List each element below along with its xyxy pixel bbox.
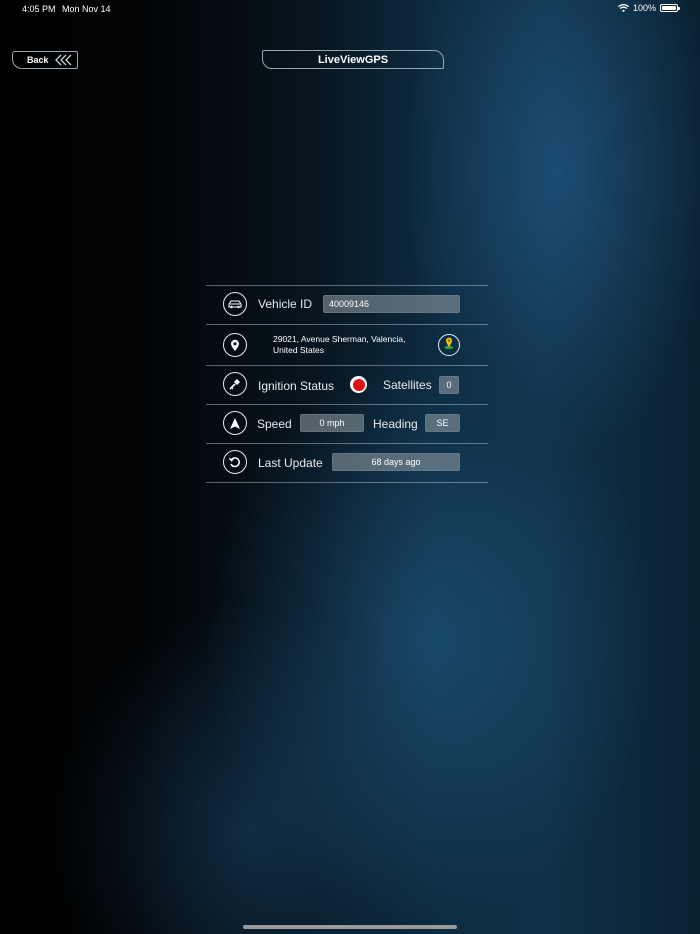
ignition-status-indicator	[350, 376, 367, 393]
refresh-icon	[223, 450, 247, 474]
location-pin-icon	[223, 333, 247, 357]
last-update-value: 68 days ago	[332, 453, 460, 471]
vehicle-address: 29021, Avenue Sherman, Valencia, United …	[273, 334, 433, 356]
status-time: 4:05 PM	[22, 4, 56, 14]
home-indicator[interactable]	[243, 925, 457, 929]
ignition-red-dot	[352, 378, 365, 391]
location-row: 29021, Avenue Sherman, Valencia, United …	[206, 324, 488, 365]
vehicle-info-panel: Vehicle ID 40009146 29021, Avenue Sherma…	[206, 285, 488, 483]
battery-icon	[660, 4, 680, 12]
back-button[interactable]: Back	[12, 51, 78, 69]
last-update-label: Last Update	[258, 456, 323, 470]
last-update-row: Last Update 68 days ago	[206, 443, 488, 483]
address-line-2: United States	[273, 345, 325, 355]
vehicle-id-label: Vehicle ID	[258, 297, 313, 311]
battery-percent: 100%	[632, 3, 656, 13]
speed-row: Speed 0 mph Heading SE	[206, 404, 488, 443]
status-date: Mon Nov 14	[62, 4, 111, 14]
wifi-icon	[618, 4, 629, 12]
status-indicators: 100%	[618, 3, 680, 13]
chevrons-left-icon	[55, 54, 73, 66]
ignition-row: Ignition Status Satellites 0	[206, 365, 488, 404]
key-icon	[223, 372, 247, 396]
heading-value: SE	[425, 414, 460, 432]
speed-label: Speed	[257, 417, 292, 431]
vehicle-id-value: 40009146	[323, 295, 460, 313]
heading-label: Heading	[373, 417, 418, 431]
map-pin-button[interactable]	[438, 334, 460, 356]
status-bar: 4:05 PM Mon Nov 14 100%	[0, 0, 700, 17]
address-line-1: 29021, Avenue Sherman, Valencia,	[273, 334, 406, 344]
speed-value: 0 mph	[300, 414, 364, 432]
ignition-status-label: Ignition Status	[258, 379, 335, 393]
map-pin-icon	[443, 336, 455, 355]
navigation-arrow-icon	[223, 411, 247, 435]
page-title: LiveViewGPS	[262, 50, 444, 69]
satellites-value: 0	[439, 376, 459, 394]
satellites-label: Satellites	[383, 378, 432, 392]
back-button-label: Back	[27, 55, 49, 65]
car-icon	[223, 292, 247, 316]
vehicle-id-row: Vehicle ID 40009146	[206, 285, 488, 324]
